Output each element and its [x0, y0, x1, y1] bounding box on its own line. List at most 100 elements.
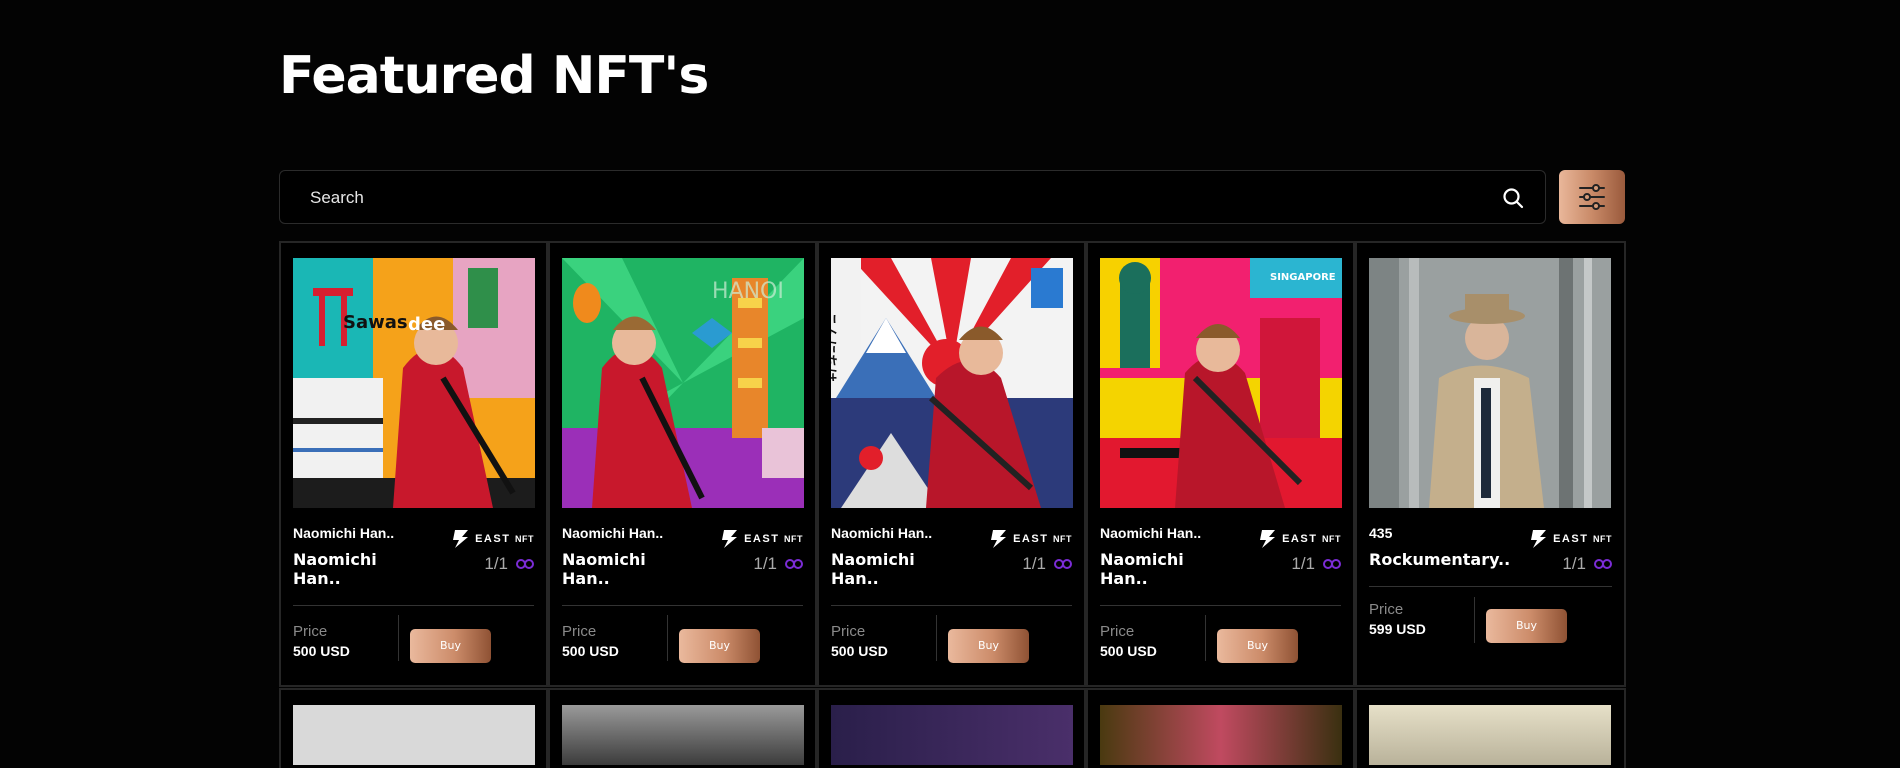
- brand-suffix: NFT: [515, 534, 534, 544]
- nft-title: Naomichi Han..: [293, 550, 377, 588]
- brand-name: EAST: [475, 533, 511, 545]
- brand-logo: EAST NFT: [451, 528, 534, 550]
- edition: 1/1: [1022, 554, 1072, 574]
- price-label: Price: [1369, 601, 1404, 618]
- nft-image[interactable]: [1369, 705, 1611, 765]
- filter-button[interactable]: [1559, 170, 1625, 224]
- infinity-icon: [516, 559, 534, 569]
- nft-card[interactable]: こんにちは Naomichi Han.. EAST NFT Naomichi H…: [817, 241, 1086, 687]
- price-value: 599 USD: [1369, 621, 1426, 637]
- search-bar[interactable]: [279, 170, 1546, 225]
- price-separator: [1205, 615, 1206, 661]
- nft-image[interactable]: [1369, 258, 1611, 508]
- nft-card[interactable]: 435 EAST NFT Rockumentary.. 1/1 Price 59…: [1355, 241, 1626, 687]
- east-nft-icon: [453, 530, 469, 548]
- brand-logo: EAST NFT: [720, 528, 803, 550]
- edition: 1/1: [1562, 554, 1612, 574]
- edition: 1/1: [484, 554, 534, 574]
- search-icon[interactable]: [1501, 186, 1525, 210]
- creator-name: Naomichi Han..: [1100, 525, 1202, 541]
- creator-name: 435: [1369, 525, 1393, 541]
- east-nft-icon: [722, 530, 738, 548]
- price-value: 500 USD: [831, 643, 888, 659]
- edition-count: 1/1: [1291, 554, 1315, 573]
- edition-count: 1/1: [753, 554, 777, 573]
- nft-title: Naomichi Han..: [831, 550, 915, 588]
- nft-title: Naomichi Han..: [562, 550, 646, 588]
- creator-name: Naomichi Han..: [293, 525, 395, 541]
- price-value: 500 USD: [562, 643, 619, 659]
- buy-button[interactable]: Buy: [1217, 629, 1298, 663]
- search-input[interactable]: [308, 171, 1462, 225]
- nft-image[interactable]: HANOI: [562, 258, 804, 508]
- nft-card[interactable]: SINGAPORE Naomichi Han.. EAST NFT Naomic…: [1086, 241, 1355, 687]
- nft-image[interactable]: こんにちは: [831, 258, 1073, 508]
- creator-name: Naomichi Han..: [562, 525, 664, 541]
- sliders-icon: [1579, 184, 1605, 210]
- brand-name: EAST: [1013, 533, 1049, 545]
- divider: [831, 605, 1072, 606]
- divider: [293, 605, 534, 606]
- nft-card[interactable]: [817, 688, 1086, 768]
- divider: [1369, 586, 1612, 587]
- nft-title: Rockumentary..: [1369, 550, 1511, 569]
- price-value: 500 USD: [293, 643, 350, 659]
- infinity-icon: [785, 559, 803, 569]
- svg-text:HANOI: HANOI: [712, 279, 784, 304]
- infinity-icon: [1054, 559, 1072, 569]
- divider: [562, 605, 803, 606]
- brand-suffix: NFT: [1322, 534, 1341, 544]
- brand-logo: EAST NFT: [989, 528, 1072, 550]
- price-separator: [398, 615, 399, 661]
- buy-button[interactable]: Buy: [1486, 609, 1567, 643]
- nft-image[interactable]: [1100, 705, 1342, 765]
- price-label: Price: [1100, 623, 1135, 640]
- edition-count: 1/1: [484, 554, 508, 573]
- nft-card[interactable]: Sawas dee Naomichi Han.. EAST NFT Naomic…: [279, 241, 548, 687]
- brand-logo: EAST NFT: [1529, 528, 1612, 550]
- brand-suffix: NFT: [1053, 534, 1072, 544]
- svg-text:dee: dee: [408, 314, 445, 335]
- edition-count: 1/1: [1022, 554, 1046, 573]
- svg-text:Sawas: Sawas: [343, 312, 408, 333]
- east-nft-icon: [1260, 530, 1276, 548]
- nft-image[interactable]: [562, 705, 804, 765]
- brand-name: EAST: [1282, 533, 1318, 545]
- edition: 1/1: [1291, 554, 1341, 574]
- buy-button[interactable]: Buy: [410, 629, 491, 663]
- nft-card[interactable]: [548, 688, 817, 768]
- svg-text:こんにちは: こんにちは: [831, 312, 837, 382]
- nft-grid: Sawas dee Naomichi Han.. EAST NFT Naomic…: [279, 241, 1626, 768]
- nft-image[interactable]: [831, 705, 1073, 765]
- brand-suffix: NFT: [1593, 534, 1612, 544]
- nft-card[interactable]: [1086, 688, 1355, 768]
- page-title: Featured NFT's: [279, 46, 709, 106]
- nft-title: Naomichi Han..: [1100, 550, 1184, 588]
- price-label: Price: [831, 623, 866, 640]
- brand-name: EAST: [744, 533, 780, 545]
- buy-button[interactable]: Buy: [948, 629, 1029, 663]
- price-separator: [667, 615, 668, 661]
- price-separator: [1474, 597, 1475, 643]
- nft-card[interactable]: HANOI Naomichi Han.. EAST NFT Naomichi H…: [548, 241, 817, 687]
- east-nft-icon: [991, 530, 1007, 548]
- buy-button[interactable]: Buy: [679, 629, 760, 663]
- divider: [1100, 605, 1341, 606]
- edition: 1/1: [753, 554, 803, 574]
- price-label: Price: [562, 623, 597, 640]
- nft-image[interactable]: Sawas dee: [293, 258, 535, 508]
- nft-card[interactable]: [279, 688, 548, 768]
- brand-name: EAST: [1553, 533, 1589, 545]
- creator-name: Naomichi Han..: [831, 525, 933, 541]
- edition-count: 1/1: [1562, 554, 1586, 573]
- infinity-icon: [1323, 559, 1341, 569]
- brand-logo: EAST NFT: [1258, 528, 1341, 550]
- nft-card[interactable]: [1355, 688, 1626, 768]
- brand-suffix: NFT: [784, 534, 803, 544]
- svg-text:SINGAPORE: SINGAPORE: [1270, 272, 1336, 283]
- east-nft-icon: [1531, 530, 1547, 548]
- price-separator: [936, 615, 937, 661]
- infinity-icon: [1594, 559, 1612, 569]
- nft-image[interactable]: SINGAPORE: [1100, 258, 1342, 508]
- nft-image[interactable]: [293, 705, 535, 765]
